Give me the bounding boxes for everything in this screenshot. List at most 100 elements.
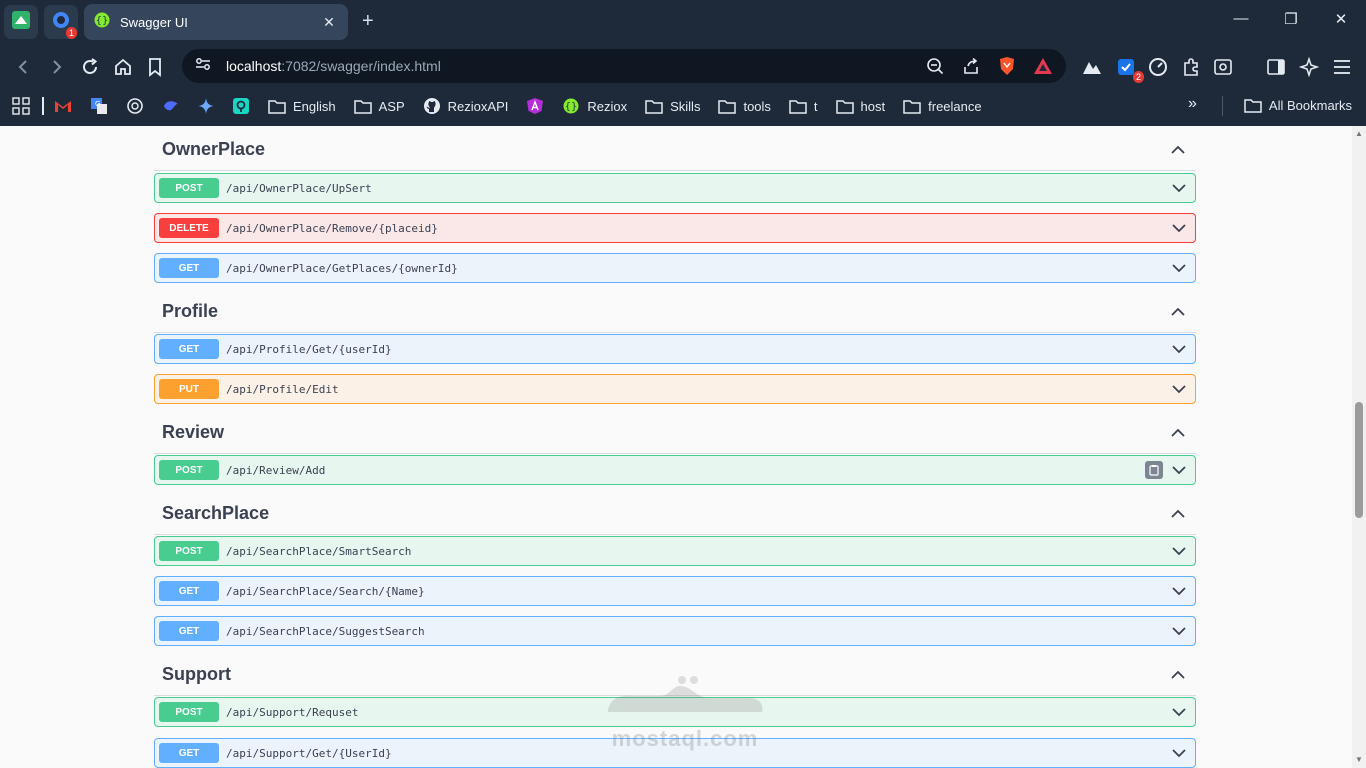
- svg-text:{}: {}: [565, 102, 578, 113]
- bookmark-reziox[interactable]: {} Reziox: [562, 97, 627, 115]
- pinned-tab-app[interactable]: 1: [44, 5, 78, 39]
- scroll-thumb[interactable]: [1355, 402, 1363, 518]
- tab-strip: 1 {} Swagger UI ✕ + — ❐ ✕: [0, 0, 1366, 44]
- apps-grid-icon[interactable]: [12, 97, 30, 115]
- all-bookmarks[interactable]: All Bookmarks: [1244, 96, 1352, 114]
- scroll-down-icon[interactable]: ▼: [1355, 756, 1363, 764]
- gmail-icon[interactable]: [54, 99, 72, 113]
- menu-icon[interactable]: [1330, 55, 1354, 79]
- operation-ownerplace-remove[interactable]: DELETE /api/OwnerPlace/Remove/{placeid}: [154, 213, 1196, 243]
- site-settings-icon[interactable]: [194, 55, 212, 78]
- method-badge: PUT: [159, 379, 219, 399]
- bookmark-page-icon[interactable]: [143, 55, 167, 79]
- chevron-down-icon[interactable]: [1169, 541, 1189, 561]
- angular-icon[interactable]: [526, 97, 544, 115]
- page-scrollbar[interactable]: ▲ ▼: [1352, 126, 1366, 768]
- deepseek-icon[interactable]: [162, 98, 180, 114]
- operation-support-get[interactable]: GET /api/Support/Get/{UserId}: [154, 738, 1196, 768]
- chevron-down-icon[interactable]: [1169, 581, 1189, 601]
- operation-searchplace-suggestsearch[interactable]: GET /api/SearchPlace/SuggestSearch: [154, 616, 1196, 646]
- tab-swagger-ui[interactable]: {} Swagger UI ✕: [84, 4, 348, 40]
- chevron-down-icon[interactable]: [1169, 258, 1189, 278]
- section-ownerplace: OwnerPlace: [154, 128, 1196, 171]
- extension-task-icon[interactable]: 2: [1114, 55, 1144, 83]
- bookmark-skills[interactable]: Skills: [645, 97, 700, 115]
- chevron-down-icon[interactable]: [1169, 743, 1189, 763]
- operation-searchplace-search[interactable]: GET /api/SearchPlace/Search/{Name}: [154, 576, 1196, 606]
- maximize-icon[interactable]: ❐: [1276, 10, 1306, 28]
- bookmark-tools[interactable]: tools: [718, 97, 771, 115]
- bookmark-label: freelance: [928, 98, 982, 114]
- google-translate-icon[interactable]: G: [90, 97, 108, 115]
- bookmark-host[interactable]: host: [835, 97, 886, 115]
- operation-path: /api/OwnerPlace/Remove/{placeid}: [226, 221, 438, 235]
- chevron-down-icon[interactable]: [1169, 218, 1189, 238]
- new-tab-icon[interactable]: +: [362, 10, 374, 33]
- operation-profile-edit[interactable]: PUT /api/Profile/Edit: [154, 374, 1196, 404]
- operation-ownerplace-upsert[interactable]: POST /api/OwnerPlace/UpSert: [154, 173, 1196, 203]
- close-window-icon[interactable]: ✕: [1326, 10, 1356, 28]
- chevron-down-icon[interactable]: [1169, 339, 1189, 359]
- bookmark-asp[interactable]: ASP: [353, 97, 405, 115]
- chatgpt-icon[interactable]: [126, 97, 144, 115]
- chevron-up-icon[interactable]: [1168, 139, 1188, 159]
- leo-ai-icon[interactable]: [1297, 55, 1321, 79]
- home-icon[interactable]: [111, 55, 135, 79]
- pinned-tab-sheets[interactable]: [4, 5, 38, 39]
- chevron-up-icon[interactable]: [1168, 301, 1188, 321]
- bookmark-english[interactable]: English: [268, 97, 336, 115]
- extensions-puzzle-icon[interactable]: [1179, 55, 1203, 79]
- gemini-icon[interactable]: [198, 98, 214, 114]
- close-tab-icon[interactable]: ✕: [320, 14, 338, 31]
- chevron-up-icon[interactable]: [1168, 422, 1188, 442]
- operation-searchplace-smartsearch[interactable]: POST /api/SearchPlace/SmartSearch: [154, 536, 1196, 566]
- section-header[interactable]: Support: [154, 653, 1196, 696]
- copy-path-icon[interactable]: [1145, 461, 1163, 479]
- bookmark-label: t: [813, 98, 818, 114]
- extension-mountain-icon[interactable]: [1080, 55, 1104, 79]
- chevron-down-icon[interactable]: [1169, 379, 1189, 399]
- brave-shields-icon[interactable]: [996, 55, 1018, 77]
- bolt-icon[interactable]: [232, 97, 250, 115]
- chevron-up-icon[interactable]: [1168, 503, 1188, 523]
- bookmark-freelance[interactable]: freelance: [903, 97, 982, 115]
- bookmark-t[interactable]: t: [789, 97, 818, 115]
- sidebar-toggle-icon[interactable]: [1264, 55, 1288, 79]
- address-bar[interactable]: localhost:7082/swagger/index.html: [182, 49, 1066, 83]
- zoom-out-icon[interactable]: [924, 55, 946, 77]
- chevron-down-icon[interactable]: [1169, 621, 1189, 641]
- method-badge: POST: [159, 178, 219, 198]
- bookmark-label: ASP: [378, 98, 405, 114]
- extension-screenshot-icon[interactable]: [1211, 55, 1235, 79]
- section-header[interactable]: Profile: [154, 290, 1196, 333]
- chevron-down-icon[interactable]: [1169, 460, 1189, 480]
- operation-path: /api/SearchPlace/SuggestSearch: [226, 624, 425, 638]
- brave-rewards-icon[interactable]: [1032, 55, 1054, 77]
- method-badge: GET: [159, 258, 219, 278]
- more-bookmarks-icon[interactable]: »: [1188, 95, 1197, 113]
- forward-icon[interactable]: [44, 55, 68, 79]
- bookmark-rezioxapi[interactable]: RezioxAPI: [423, 97, 508, 115]
- operation-support-request[interactable]: POST /api/Support/Requset: [154, 697, 1196, 727]
- operation-review-add[interactable]: POST /api/Review/Add: [154, 455, 1196, 485]
- section-header[interactable]: OwnerPlace: [154, 128, 1196, 171]
- section-header[interactable]: SearchPlace: [154, 492, 1196, 535]
- chevron-down-icon[interactable]: [1169, 178, 1189, 198]
- scroll-up-icon[interactable]: ▲: [1355, 130, 1363, 138]
- url-path: :7082/swagger/index.html: [281, 58, 441, 74]
- folder-icon: [718, 97, 737, 115]
- bookmark-label: host: [860, 98, 886, 114]
- minimize-icon[interactable]: —: [1226, 10, 1256, 27]
- folder-icon: [268, 97, 286, 115]
- method-badge: GET: [159, 581, 219, 601]
- share-icon[interactable]: [960, 55, 982, 77]
- section-header[interactable]: Review: [154, 411, 1196, 454]
- operation-ownerplace-getplaces[interactable]: GET /api/OwnerPlace/GetPlaces/{ownerId}: [154, 253, 1196, 283]
- operation-profile-get[interactable]: GET /api/Profile/Get/{userId}: [154, 334, 1196, 364]
- extension-speedometer-icon[interactable]: [1146, 55, 1170, 79]
- chevron-up-icon[interactable]: [1168, 664, 1188, 684]
- back-icon[interactable]: [12, 55, 36, 79]
- url-text[interactable]: localhost:7082/swagger/index.html: [226, 58, 910, 74]
- reload-icon[interactable]: [78, 55, 102, 79]
- chevron-down-icon[interactable]: [1169, 702, 1189, 722]
